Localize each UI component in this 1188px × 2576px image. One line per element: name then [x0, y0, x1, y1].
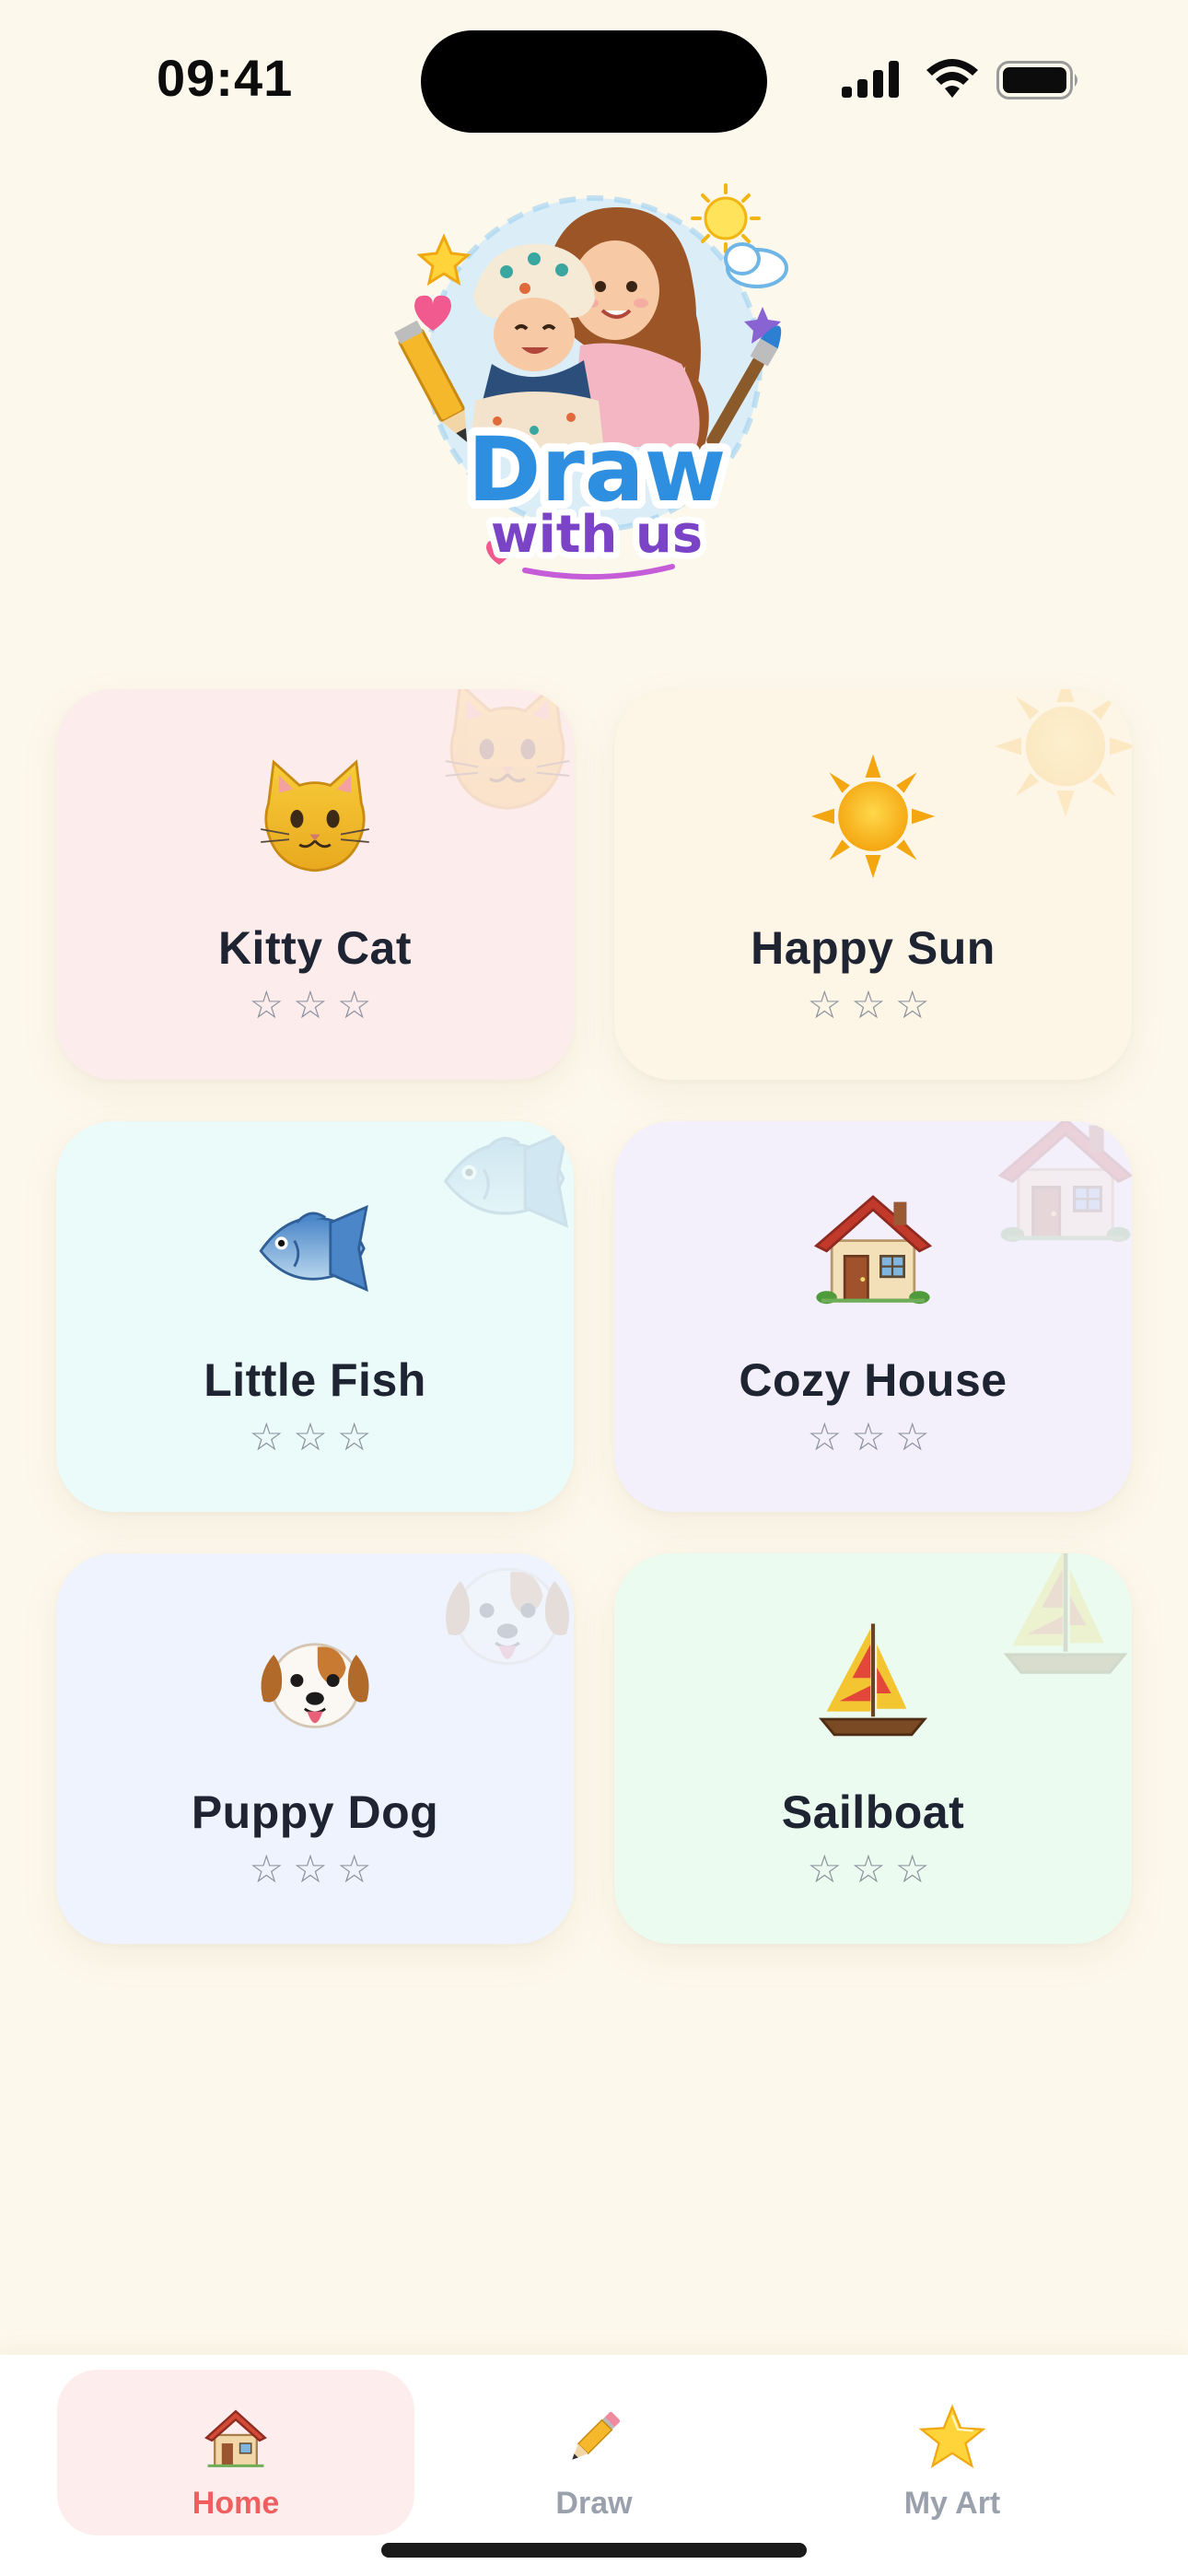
card-sailboat[interactable]: Sailboat ☆☆☆ — [614, 1553, 1132, 1944]
card-kitty-cat[interactable]: Kitty Cat ☆☆☆ — [56, 689, 574, 1080]
tab-my-art[interactable]: My Art — [774, 2370, 1131, 2535]
happy-sun-watermark-icon — [992, 689, 1132, 820]
tab-label: Draw — [555, 2486, 633, 2521]
logo-cloud-icon — [724, 242, 788, 288]
dynamic-island — [421, 30, 767, 133]
card-happy-sun[interactable]: Happy Sun ☆☆☆ — [614, 689, 1132, 1080]
card-cozy-house[interactable]: Cozy House ☆☆☆ — [614, 1121, 1132, 1512]
battery-icon — [996, 61, 1077, 100]
star-rating: ☆☆☆ — [807, 982, 939, 1027]
card-little-fish[interactable]: Little Fish ☆☆☆ — [56, 1121, 574, 1512]
star-rating: ☆☆☆ — [249, 982, 381, 1027]
pencil-icon — [559, 2403, 629, 2473]
tab-label: My Art — [903, 2486, 1001, 2521]
card-puppy-dog[interactable]: Puppy Dog ☆☆☆ — [56, 1553, 574, 1944]
cat-face-icon — [250, 752, 379, 881]
star-rating: ☆☆☆ — [807, 1414, 939, 1459]
little-fish-watermark-icon — [434, 1121, 574, 1252]
app-logo: Draw Draw with us with us — [387, 180, 801, 594]
status-bar: 09:41 — [0, 0, 1188, 157]
fish-icon — [250, 1184, 379, 1313]
card-title: Kitty Cat — [217, 922, 413, 974]
sailboat-icon — [809, 1616, 938, 1745]
star-rating: ☆☆☆ — [807, 1846, 939, 1891]
dog-face-icon — [250, 1616, 379, 1745]
cellular-signal-icon — [842, 61, 899, 98]
card-title: Little Fish — [204, 1354, 426, 1406]
cozy-house-watermark-icon — [992, 1121, 1132, 1252]
puppy-dog-watermark-icon — [434, 1553, 574, 1684]
star-icon — [917, 2403, 987, 2473]
logo-title-line2-fill: with us — [491, 505, 703, 565]
home-indicator[interactable] — [381, 2543, 807, 2558]
house-icon — [809, 1184, 938, 1313]
logo-sun-icon — [691, 183, 761, 253]
kitty-cat-watermark-icon — [434, 689, 574, 820]
star-rating: ☆☆☆ — [249, 1414, 381, 1459]
card-title: Sailboat — [781, 1786, 965, 1838]
card-title: Happy Sun — [751, 922, 996, 974]
card-title: Cozy House — [739, 1354, 1007, 1406]
star-rating: ☆☆☆ — [249, 1846, 381, 1891]
tab-label: Home — [192, 2486, 280, 2521]
tab-draw[interactable]: Draw — [415, 2370, 773, 2535]
wifi-icon — [926, 59, 978, 98]
house-icon — [201, 2403, 271, 2473]
sun-icon — [809, 752, 938, 881]
status-time: 09:41 — [157, 49, 294, 107]
tab-home[interactable]: Home — [57, 2370, 414, 2535]
sailboat-watermark-icon — [992, 1553, 1132, 1684]
card-title: Puppy Dog — [191, 1786, 439, 1838]
